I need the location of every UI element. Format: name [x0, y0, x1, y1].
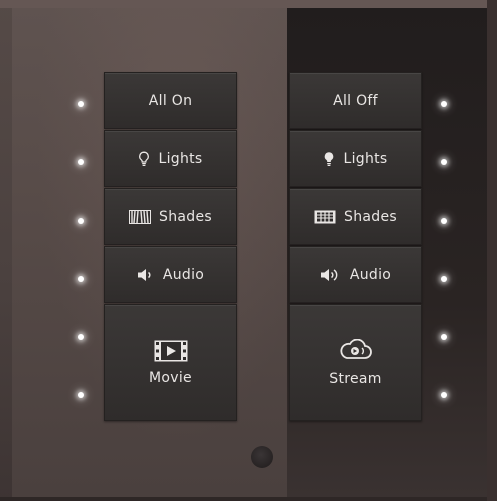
wall-knob: [251, 446, 273, 468]
speaker-sound-icon: [320, 267, 342, 283]
led-indicator: [78, 334, 84, 340]
film-play-icon: [154, 340, 188, 362]
led-indicator: [78, 159, 84, 165]
led-indicator: [441, 392, 447, 398]
lightbulb-outline-icon: [138, 151, 150, 167]
stream-label: Stream: [329, 370, 382, 387]
cloud-stream-icon: [338, 338, 374, 363]
shades-open-button[interactable]: Shades: [104, 188, 237, 245]
led-indicator: [441, 159, 447, 165]
all-off-label: All Off: [333, 92, 378, 109]
all-on-button[interactable]: All On: [104, 72, 237, 129]
stream-button[interactable]: Stream: [289, 304, 422, 421]
shades-label: Shades: [159, 208, 212, 225]
audio-label: Audio: [349, 266, 392, 283]
speaker-icon: [137, 268, 155, 282]
led-column-left: [75, 0, 87, 501]
led-indicator: [441, 334, 447, 340]
all-on-label: All On: [148, 92, 193, 109]
lights-label: Lights: [158, 150, 203, 167]
movie-button[interactable]: Movie: [104, 304, 237, 421]
audio-on-button[interactable]: Audio: [104, 246, 237, 303]
all-off-button[interactable]: All Off: [289, 72, 422, 129]
shades-label: Shades: [344, 208, 397, 225]
lightbulb-filled-icon: [323, 151, 335, 167]
lights-label: Lights: [343, 150, 388, 167]
audio-off-button[interactable]: Audio: [289, 246, 422, 303]
shades-close-button[interactable]: Shades: [289, 188, 422, 245]
movie-label: Movie: [149, 369, 192, 386]
shades-open-icon: [129, 209, 152, 224]
keypad-left: All On Lights Shades Audio Movie: [104, 72, 237, 422]
audio-label: Audio: [162, 266, 205, 283]
keypad-right: All Off Lights Shades Audio Stream: [289, 72, 422, 422]
led-indicator: [441, 101, 447, 107]
led-indicator: [78, 392, 84, 398]
edge-right: [487, 0, 497, 501]
shades-closed-icon: [314, 210, 336, 224]
led-indicator: [78, 101, 84, 107]
led-indicator: [78, 218, 84, 224]
led-indicator: [441, 276, 447, 282]
lights-on-button[interactable]: Lights: [104, 130, 237, 187]
led-column-right: [438, 0, 450, 501]
led-indicator: [441, 218, 447, 224]
led-indicator: [78, 276, 84, 282]
lights-off-button[interactable]: Lights: [289, 130, 422, 187]
